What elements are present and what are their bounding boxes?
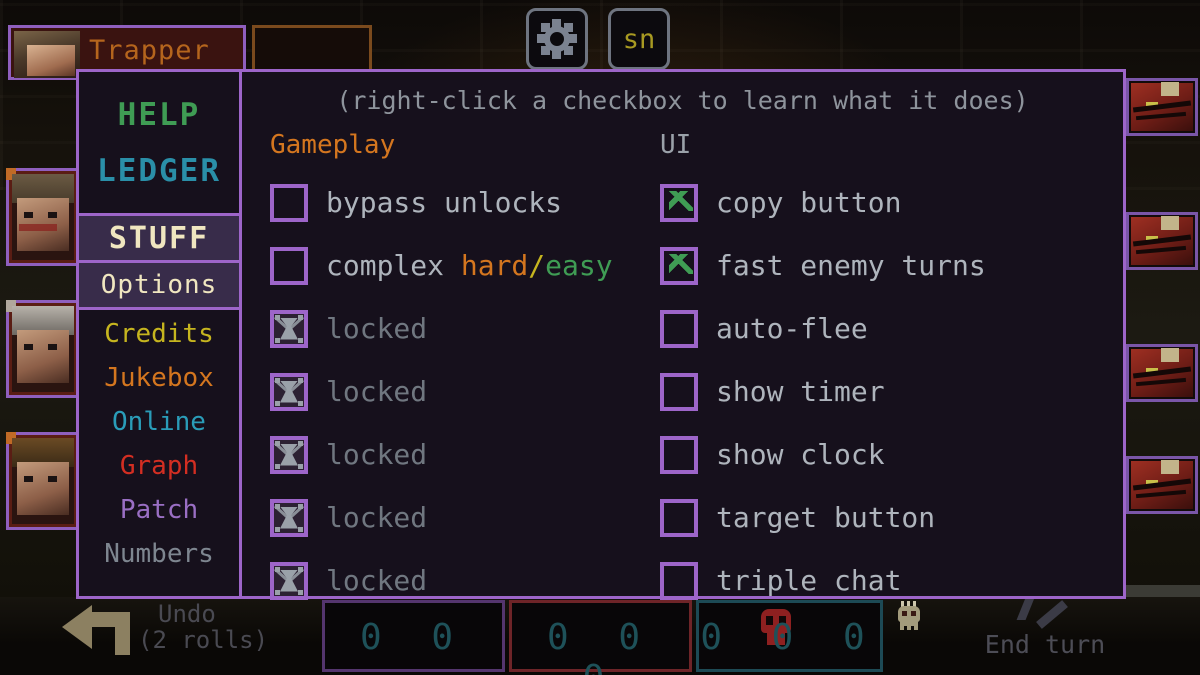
sidebar-tab-stuff[interactable]: STUFF	[79, 216, 239, 263]
option-row[interactable]: copy button	[660, 171, 1040, 234]
sidebar-item-credits[interactable]: Credits	[79, 312, 239, 356]
option-label-hard: hard	[460, 249, 529, 282]
column-gameplay-title: Gameplay	[270, 130, 396, 160]
option-row-locked: locked	[270, 549, 650, 612]
sidebar-item-help[interactable]: HELP	[79, 97, 239, 133]
checkbox-locked	[270, 561, 308, 600]
checkbox-locked	[270, 435, 308, 474]
sidebar-item-graph[interactable]: Graph	[79, 444, 239, 488]
column-gameplay: Gameplay bypass unlocks complex hard/eas…	[270, 130, 650, 612]
gear-icon	[537, 19, 577, 59]
option-label: fast enemy turns	[716, 249, 986, 282]
sound-button-label: sn	[622, 23, 656, 55]
enemy-card[interactable]	[1126, 456, 1198, 514]
sidebar-tab-options[interactable]: Options	[79, 263, 239, 310]
hero-portrait[interactable]	[6, 300, 80, 398]
options-dialog: HELP LEDGER STUFF Options Credits Jukebo…	[76, 69, 1126, 600]
settings-button[interactable]	[526, 8, 588, 70]
option-label: locked	[326, 312, 428, 345]
option-row[interactable]: show timer	[660, 360, 1040, 423]
checkbox-show-timer[interactable]	[660, 372, 698, 411]
undo-label: Undo	[158, 600, 216, 628]
option-label: target button	[716, 501, 936, 534]
game-screen: Trapper sn Undo (2 rolls) 0 0 0 0 0 0 0 …	[0, 0, 1200, 675]
checkbox-locked	[270, 372, 308, 411]
dice-card-digits: 0 0 0	[700, 617, 879, 658]
sidebar-menu: Credits Jukebox Online Graph Patch Numbe…	[79, 310, 239, 596]
option-row-locked: locked	[270, 360, 650, 423]
option-label: bypass unlocks	[326, 186, 563, 219]
checkbox-locked	[270, 498, 308, 537]
option-row[interactable]: target button	[660, 486, 1040, 549]
sidebar-tab-stuff-label: STUFF	[108, 220, 210, 256]
option-label: complex hard/easy	[326, 249, 613, 282]
option-label: locked	[326, 375, 428, 408]
option-label: locked	[326, 501, 428, 534]
option-row-locked: locked	[270, 423, 650, 486]
checkbox-auto-flee[interactable]	[660, 309, 698, 348]
option-row[interactable]: bypass unlocks	[270, 171, 650, 234]
hero-portrait[interactable]	[6, 432, 80, 530]
checkbox-locked	[270, 309, 308, 348]
option-row-locked: locked	[270, 297, 650, 360]
option-label: copy button	[716, 186, 902, 219]
option-label: auto-flee	[716, 312, 868, 345]
sidebar-item-numbers[interactable]: Numbers	[79, 532, 239, 576]
column-ui-title: UI	[660, 130, 692, 160]
sidebar-item-online[interactable]: Online	[79, 400, 239, 444]
option-label: show timer	[716, 375, 885, 408]
hero-portrait[interactable]	[6, 168, 80, 266]
checkbox-bypass-unlocks[interactable]	[270, 183, 308, 222]
checkbox-show-clock[interactable]	[660, 435, 698, 474]
checkbox-fast-enemy-turns[interactable]	[660, 246, 698, 285]
option-label-plain: complex	[326, 249, 461, 282]
trapper-name: Trapper	[89, 35, 210, 66]
dialog-content: (right-click a checkbox to learn what it…	[242, 72, 1123, 600]
option-row[interactable]: triple chat	[660, 549, 1040, 612]
option-label: locked	[326, 564, 428, 597]
option-row[interactable]: complex hard/easy	[270, 234, 650, 297]
sound-button[interactable]: sn	[608, 8, 670, 70]
background-light-strip	[1120, 585, 1200, 597]
option-row[interactable]: fast enemy turns	[660, 234, 1040, 297]
checkbox-copy-button[interactable]	[660, 183, 698, 222]
enemy-card[interactable]	[1126, 78, 1198, 136]
option-label: triple chat	[716, 564, 902, 597]
undo-sublabel: (2 rolls)	[138, 626, 269, 654]
option-label: show clock	[716, 438, 885, 471]
trapper-portrait	[14, 31, 80, 78]
option-row[interactable]: show clock	[660, 423, 1040, 486]
sidebar-headers: HELP LEDGER	[79, 72, 239, 216]
enemy-card[interactable]	[1126, 212, 1198, 270]
option-label: locked	[326, 438, 428, 471]
option-row-locked: locked	[270, 486, 650, 549]
option-label-easy: easy	[545, 249, 613, 282]
enemy-card[interactable]	[1126, 344, 1198, 402]
undo-arrow-icon	[62, 605, 92, 649]
dice-card-digits: 0 0	[359, 617, 468, 658]
option-label-slash: /	[528, 249, 546, 282]
checkbox-triple-chat[interactable]	[660, 561, 698, 600]
dialog-hint: (right-click a checkbox to learn what it…	[336, 86, 1029, 115]
sidebar-item-jukebox[interactable]: Jukebox	[79, 356, 239, 400]
option-row[interactable]: auto-flee	[660, 297, 1040, 360]
dialog-sidebar: HELP LEDGER STUFF Options Credits Jukebo…	[79, 72, 242, 596]
checkbox-target-button[interactable]	[660, 498, 698, 537]
sidebar-item-patch[interactable]: Patch	[79, 488, 239, 532]
sidebar-item-ledger[interactable]: LEDGER	[79, 153, 239, 189]
checkbox-complex-hard-easy[interactable]	[270, 246, 308, 285]
end-turn-label: End turn	[984, 630, 1106, 659]
column-ui: UI copy button fast enemy turns auto-fle…	[660, 130, 1040, 612]
dice-card-digits: 0 0 0	[546, 617, 655, 675]
sidebar-tab-options-label: Options	[100, 270, 218, 300]
